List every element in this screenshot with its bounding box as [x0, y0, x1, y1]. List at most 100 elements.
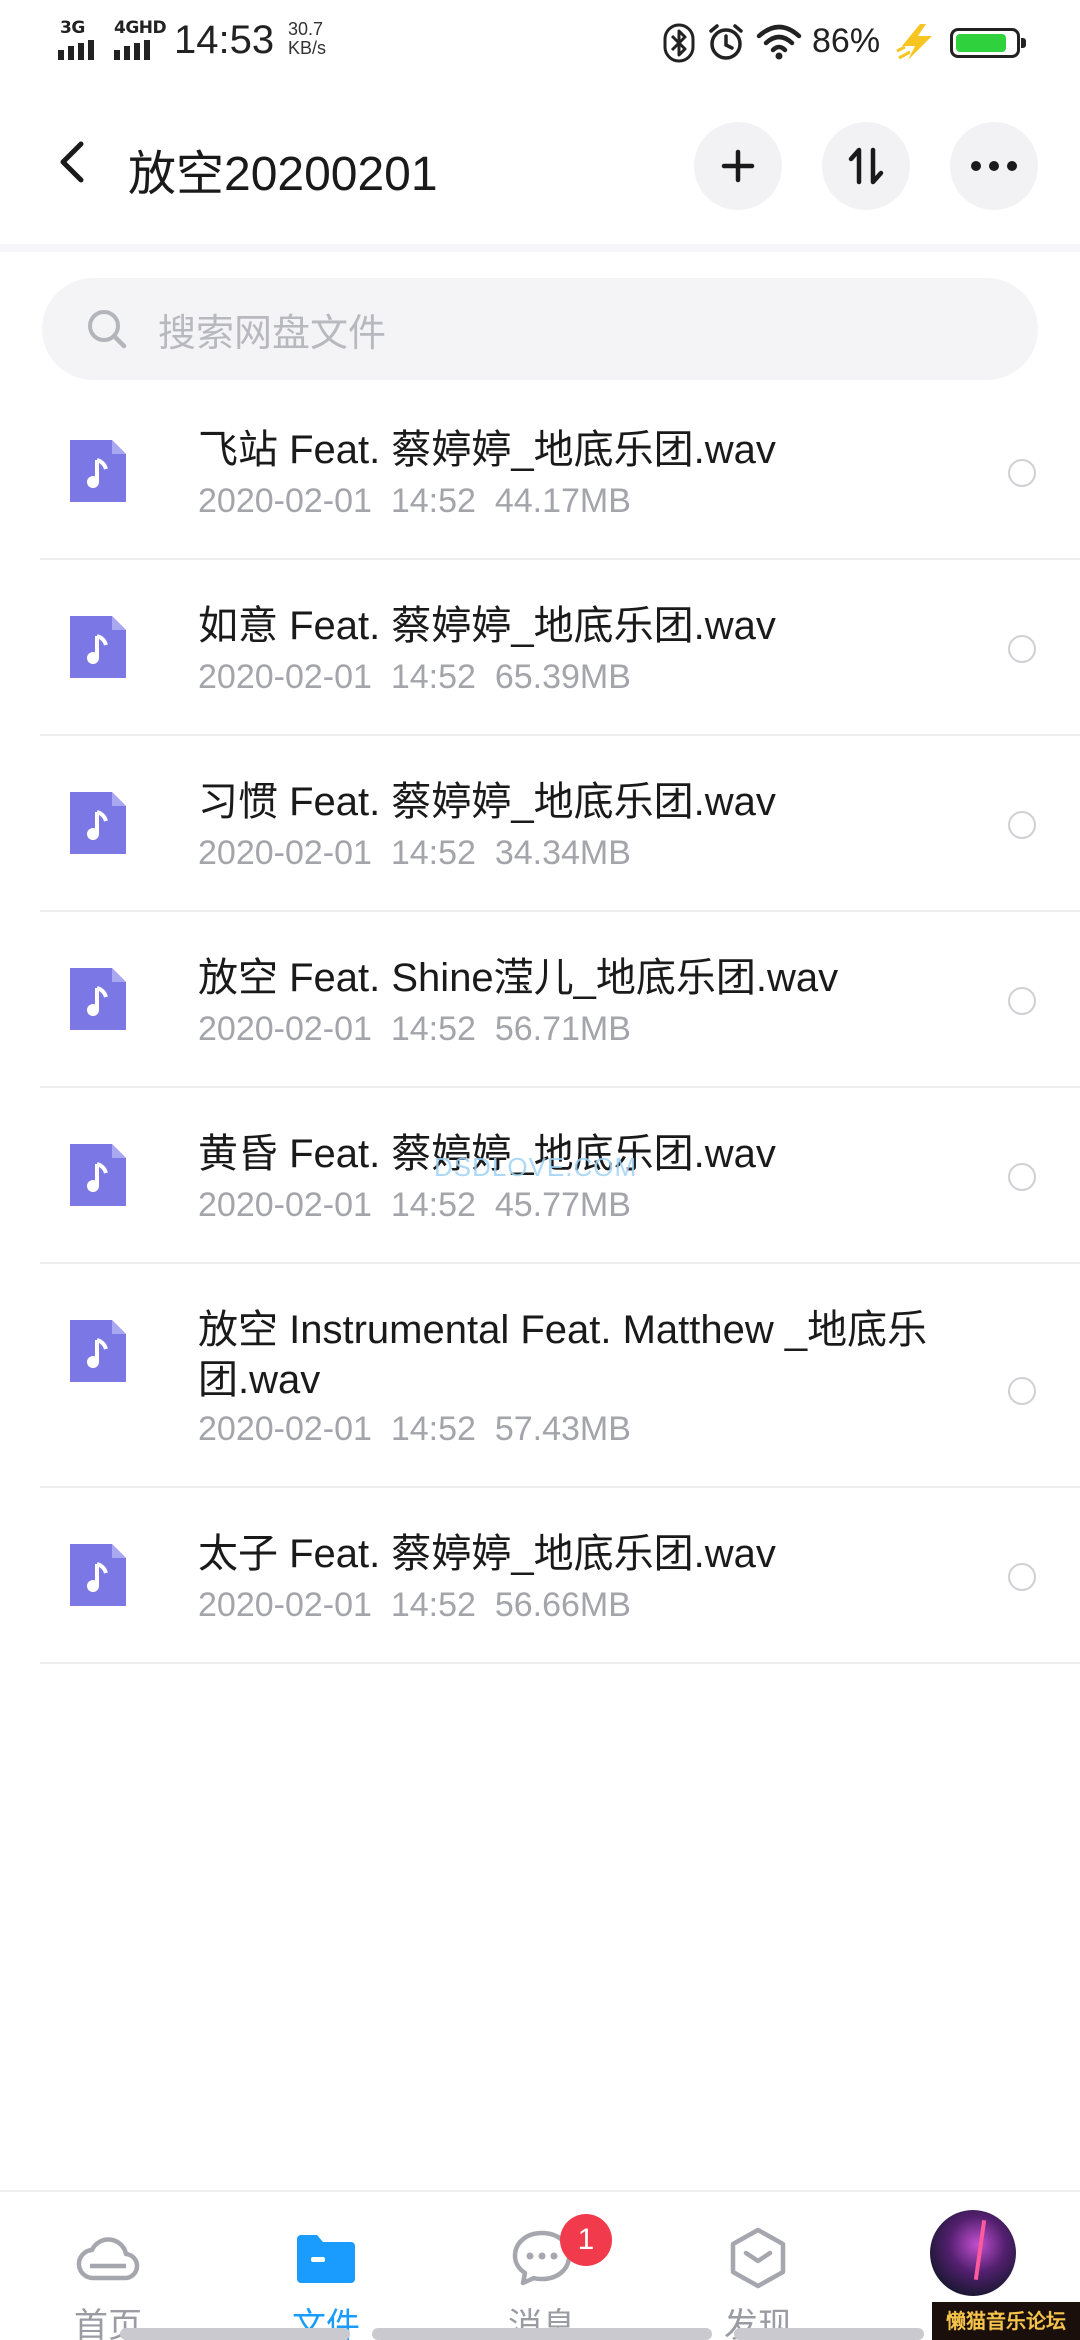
app-header: 放空20200201	[0, 84, 1080, 244]
charging-bolt-icon	[896, 24, 932, 60]
file-name: 太子 Feat. 蔡婷婷_地底乐团.wav	[198, 1532, 776, 1576]
file-name: 放空 Instrumental Feat. Matthew _地底乐团.wav	[198, 1308, 928, 1402]
network-speed-unit: KB/s	[288, 38, 327, 58]
nav-item-discover[interactable]: 发现	[676, 2212, 836, 2340]
file-size: 34.34MB	[494, 834, 631, 872]
audio-file-icon	[70, 440, 126, 502]
file-size: 57.43MB	[494, 1410, 631, 1448]
file-date: 2020-02-01	[198, 834, 372, 872]
forum-logo: 懒猫音乐论坛	[932, 2302, 1080, 2340]
select-checkbox[interactable]	[1008, 459, 1036, 487]
file-size: 45.77MB	[494, 1186, 631, 1224]
alarm-icon	[709, 24, 743, 60]
file-time: 14:52	[390, 658, 476, 696]
audio-file-icon	[70, 792, 126, 854]
bluetooth-icon	[663, 23, 695, 63]
file-meta: 2020-02-01 14:52 65.39MB	[198, 658, 631, 697]
file-meta: 2020-02-01 14:52 44.17MB	[198, 482, 631, 521]
battery-level-fill	[956, 34, 1006, 52]
row-divider	[40, 558, 1080, 560]
select-checkbox[interactable]	[1008, 1163, 1036, 1191]
file-size: 65.39MB	[494, 658, 631, 696]
status-bar: 3G 4GHD 14:53 30.7 KB/s 86%	[0, 0, 1080, 84]
file-row[interactable]: 放空 Feat. Shine滢儿_地底乐团.wav 2020-02-01 14:…	[0, 928, 1080, 1104]
file-row[interactable]: 飞站 Feat. 蔡婷婷_地底乐团.wav 2020-02-01 14:52 4…	[0, 400, 1080, 576]
file-size: 44.17MB	[494, 482, 631, 520]
back-button[interactable]	[44, 132, 100, 192]
watermark: DSDLOVE.COM	[434, 1152, 638, 1182]
select-checkbox[interactable]	[1008, 987, 1036, 1015]
file-name: 放空 Feat. Shine滢儿_地底乐团.wav	[198, 956, 839, 1000]
row-divider	[40, 1662, 1080, 1664]
file-name: 飞站 Feat. 蔡婷婷_地底乐团.wav	[198, 428, 776, 472]
file-row[interactable]: 如意 Feat. 蔡婷婷_地底乐团.wav 2020-02-01 14:52 6…	[0, 576, 1080, 752]
file-date: 2020-02-01	[198, 1186, 372, 1224]
file-meta: 2020-02-01 14:52 56.66MB	[198, 1586, 631, 1625]
file-name: 如意 Feat. 蔡婷婷_地底乐团.wav	[198, 604, 776, 648]
nav-item-messages[interactable]: 1 消息	[460, 2212, 620, 2340]
more-button[interactable]	[950, 122, 1038, 210]
file-time: 14:52	[390, 834, 476, 872]
search-input[interactable]: 搜索网盘文件	[42, 278, 1038, 380]
cloud-icon	[76, 2226, 140, 2290]
select-checkbox[interactable]	[1008, 635, 1036, 663]
file-size: 56.71MB	[494, 1010, 631, 1048]
file-meta: 2020-02-01 14:52 56.71MB	[198, 1010, 631, 1049]
file-meta: 2020-02-01 14:52 45.77MB	[198, 1186, 631, 1225]
battery-percent: 86%	[812, 22, 881, 60]
sort-icon	[848, 147, 884, 185]
row-divider	[40, 910, 1080, 912]
row-divider	[40, 1262, 1080, 1264]
page-title: 放空20200201	[128, 148, 438, 201]
chevron-left-icon	[60, 141, 84, 183]
search-placeholder: 搜索网盘文件	[158, 310, 387, 355]
row-divider	[40, 1086, 1080, 1088]
audio-file-icon	[70, 1144, 126, 1206]
file-row[interactable]: 黄昏 Feat. 蔡婷婷_地底乐团.wav 2020-02-01 14:52 4…	[0, 1104, 1080, 1280]
more-icon	[971, 161, 1017, 171]
add-button[interactable]	[694, 122, 782, 210]
search-icon	[86, 308, 128, 350]
nav-item-files[interactable]: 文件	[244, 2212, 404, 2340]
file-row[interactable]: 太子 Feat. 蔡婷婷_地底乐团.wav 2020-02-01 14:52 5…	[0, 1504, 1080, 1680]
network-type-label: 4GHD	[114, 18, 167, 38]
gesture-bar	[372, 2328, 712, 2340]
audio-file-icon	[70, 1544, 126, 1606]
network-speed: 30.7 KB/s	[288, 20, 326, 58]
file-row[interactable]: 放空 Instrumental Feat. Matthew _地底乐团.wav …	[0, 1280, 1080, 1504]
file-row[interactable]: 习惯 Feat. 蔡婷婷_地底乐团.wav 2020-02-01 14:52 3…	[0, 752, 1080, 928]
audio-file-icon	[70, 1320, 126, 1382]
wifi-icon	[756, 24, 802, 60]
file-date: 2020-02-01	[198, 482, 372, 520]
file-name: 习惯 Feat. 蔡婷婷_地底乐团.wav	[198, 780, 776, 824]
network-type-label: 3G	[60, 18, 85, 38]
file-time: 14:52	[390, 1010, 476, 1048]
file-date: 2020-02-01	[198, 658, 372, 696]
audio-file-icon	[70, 968, 126, 1030]
gesture-bar	[120, 2328, 350, 2340]
row-divider	[40, 734, 1080, 736]
folder-icon	[294, 2226, 358, 2290]
file-size: 56.66MB	[494, 1586, 631, 1624]
nav-item-home[interactable]: 首页	[26, 2212, 186, 2340]
file-time: 14:52	[390, 1586, 476, 1624]
sort-button[interactable]	[822, 122, 910, 210]
bottom-nav: 首页 文件 1 消息 发现	[0, 2190, 1080, 2340]
file-date: 2020-02-01	[198, 1586, 372, 1624]
discover-icon	[726, 2226, 790, 2290]
select-checkbox[interactable]	[1008, 811, 1036, 839]
file-time: 14:52	[390, 1186, 476, 1224]
add-icon	[721, 149, 755, 183]
audio-file-icon	[70, 616, 126, 678]
unread-badge: 1	[560, 2214, 612, 2266]
header-divider	[0, 244, 1080, 252]
select-checkbox[interactable]	[1008, 1563, 1036, 1591]
file-meta: 2020-02-01 14:52 57.43MB	[198, 1410, 631, 1449]
gesture-bar	[734, 2328, 924, 2340]
avatar[interactable]	[930, 2210, 1016, 2296]
row-divider	[40, 1486, 1080, 1488]
battery-icon	[950, 28, 1026, 58]
select-checkbox[interactable]	[1008, 1377, 1036, 1405]
file-meta: 2020-02-01 14:52 34.34MB	[198, 834, 631, 873]
status-time: 14:53	[174, 18, 275, 62]
